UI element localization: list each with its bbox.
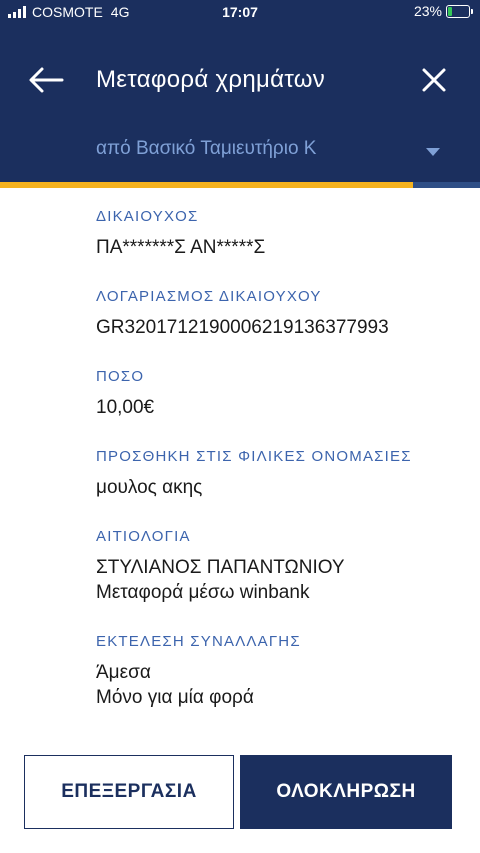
from-account-selector[interactable]: από Βασικό Ταμιευτήριο Κ xyxy=(96,138,316,160)
value-line: Άμεσα xyxy=(96,662,151,683)
field-label: ΔΙΚΑΙΟΥΧΟΣ xyxy=(96,208,199,225)
battery-percent: 23% xyxy=(413,3,442,19)
reason-field: ΑΙΤΙΟΛΟΓΙΑ ΣΤΥΛΙΑΝΟΣ ΠΑΠΑΝΤΩΝΙΟΥ Μεταφορ… xyxy=(96,528,345,605)
step-progress-fill xyxy=(0,182,413,188)
field-label: ΑΙΤΙΟΛΟΓΙΑ xyxy=(96,528,191,545)
complete-button[interactable]: ΟΛΟΚΛΗΡΩΣΗ xyxy=(240,755,452,829)
status-time: 17:07 xyxy=(222,4,258,20)
field-label: ΠΟΣΟ xyxy=(96,368,145,385)
beneficiary-account-field: ΛΟΓΑΡΙΑΣΜΟΣ ΔΙΚΑΙΟΥΧΟΥ GR320171219000621… xyxy=(96,288,389,340)
field-value: 10,00€ xyxy=(96,397,155,418)
arrow-left-icon xyxy=(29,67,64,93)
page-title: Μεταφορά χρημάτων xyxy=(96,66,326,93)
edit-button[interactable]: ΕΠΕΞΕΡΓΑΣΙΑ xyxy=(24,755,234,829)
field-label: ΛΟΓΑΡΙΑΣΜΟΣ ΔΙΚΑΙΟΥΧΟΥ xyxy=(96,288,322,305)
status-bar: COSMOTE 4G 17:07 23% ⚡ xyxy=(0,0,480,24)
field-value: ΣΤΥΛΙΑΝΟΣ ΠΑΠΑΝΤΩΝΙΟΥ Μεταφορά μέσω winb… xyxy=(96,555,345,605)
battery-charging-icon: ⚡ xyxy=(446,4,473,18)
friendly-name-field: ΠΡΟΣΘΗΚΗ ΣΤΙΣ ΦΙΛΙΚΕΣ ΟΝΟΜΑΣΙΕΣ μουλος α… xyxy=(96,448,412,500)
value-line: Μεταφορά μέσω winbank xyxy=(96,582,310,603)
back-button[interactable] xyxy=(24,62,68,98)
value-line: Μόνο για μία φορά xyxy=(96,687,254,708)
field-value: Άμεσα Μόνο για μία φορά xyxy=(96,660,301,710)
amount-field: ΠΟΣΟ 10,00€ xyxy=(96,368,154,420)
field-value: ΠΑ*******Σ ΑΝ*****Σ xyxy=(96,237,266,258)
close-icon xyxy=(422,68,446,92)
field-label: ΕΚΤΕΛΕΣΗ ΣΥΝΑΛΛΑΓΗΣ xyxy=(96,633,301,650)
step-progress-bar xyxy=(0,182,480,188)
field-label: ΠΡΟΣΘΗΚΗ ΣΤΙΣ ΦΙΛΙΚΕΣ ΟΝΟΜΑΣΙΕΣ xyxy=(96,448,412,465)
value-line: ΣΤΥΛΙΑΝΟΣ ΠΑΠΑΝΤΩΝΙΟΥ xyxy=(96,557,345,578)
app-header: Μεταφορά χρημάτων από Βασικό Ταμιευτήριο… xyxy=(0,24,480,182)
field-value: GR3201712190006219136377993 xyxy=(96,317,389,338)
status-bar-right: 23% ⚡ xyxy=(413,3,473,19)
caret-down-icon[interactable] xyxy=(426,148,440,156)
beneficiary-field: ΔΙΚΑΙΟΥΧΟΣ ΠΑ*******Σ ΑΝ*****Σ xyxy=(96,208,265,260)
field-value: μουλος ακης xyxy=(96,477,203,498)
close-button[interactable] xyxy=(416,62,452,98)
execution-field: ΕΚΤΕΛΕΣΗ ΣΥΝΑΛΛΑΓΗΣ Άμεσα Μόνο για μία φ… xyxy=(96,633,301,710)
